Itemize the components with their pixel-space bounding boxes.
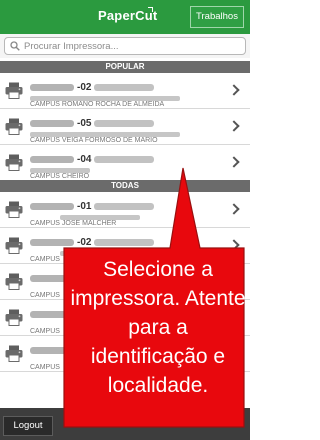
printer-location-text: CAMPUS VEIGA FORMOSO DE MARIO — [30, 137, 158, 144]
printer-name: -02 — [30, 79, 230, 94]
search-bar — [0, 34, 250, 58]
printer-code: -05 — [77, 118, 92, 130]
section-header-all: TODAS — [0, 180, 250, 192]
printer-row[interactable]: -05 CAMPUS VEIGA FORMOSO DE MARIO — [0, 109, 250, 145]
printer-icon — [5, 154, 23, 171]
redacted-block — [94, 239, 155, 247]
printer-icon — [5, 237, 23, 254]
redacted-block — [94, 203, 155, 211]
printer-location: CAMPUS CHEIRO — [30, 165, 90, 180]
footer-bar: Logout — [0, 408, 250, 440]
printer-location-text: CAMPUS ROMANO ROCHA DE ALMEIDA — [30, 101, 165, 108]
printer-location: CAMPUS — [30, 248, 80, 263]
redacted-block — [30, 203, 74, 211]
redacted-block — [30, 132, 180, 137]
redacted-block — [60, 215, 140, 220]
redacted-block — [94, 156, 155, 164]
printer-row[interactable]: -04 CAMPUS CHEIRO — [0, 145, 250, 181]
chevron-right-icon — [228, 84, 240, 96]
redacted-block — [30, 96, 180, 101]
redacted-block — [30, 84, 74, 92]
printer-location: CAMPUS — [30, 320, 60, 335]
printer-location-text: CAMPUS — [30, 328, 60, 335]
redacted-block — [30, 120, 74, 128]
printer-location-text: CAMPUS JOSE MALCHER — [30, 220, 117, 227]
redacted-block — [94, 84, 155, 92]
printer-location: CAMPUS VEIGA FORMOSO DE MARIO — [30, 129, 180, 144]
search-box[interactable] — [4, 37, 246, 55]
printer-location: CAMPUS ROMANO ROCHA DE ALMEIDA — [30, 93, 180, 108]
printer-icon — [5, 345, 23, 362]
printer-name: -01 — [30, 198, 230, 213]
chevron-right-icon — [228, 156, 240, 168]
printer-code: -02 — [77, 237, 92, 249]
redacted-block — [30, 156, 74, 164]
printer-code: -02 — [77, 82, 92, 94]
section-header-popular: POPULAR — [0, 61, 250, 73]
printer-location: CAMPUS JOSE MALCHER — [30, 212, 140, 227]
printer-location: CAMPUS — [30, 284, 60, 299]
redacted-block — [30, 168, 90, 173]
printer-location-text: CAMPUS — [30, 364, 60, 371]
printer-name: -02 — [30, 234, 230, 249]
printer-icon — [5, 201, 23, 218]
app-header: PaperCut Trabalhos — [0, 0, 250, 34]
printer-name: -04 — [30, 151, 230, 166]
printer-code: -01 — [77, 201, 92, 213]
redacted-block — [94, 120, 155, 128]
chevron-right-icon — [228, 120, 240, 132]
chevron-right-icon — [228, 203, 240, 215]
printer-location: CAMPUS — [30, 356, 60, 371]
printer-row[interactable]: -01 CAMPUS JOSE MALCHER — [0, 192, 250, 228]
printer-code: -04 — [77, 154, 92, 166]
search-input[interactable] — [24, 39, 239, 54]
search-icon — [10, 41, 20, 51]
printer-location-text: CAMPUS CHEIRO — [30, 173, 90, 180]
callout-text: Selecione a impressora. Atente para a id… — [70, 258, 246, 397]
logout-button[interactable]: Logout — [3, 416, 53, 436]
printer-icon — [5, 309, 23, 326]
printer-row[interactable]: -02 CAMPUS ROMANO ROCHA DE ALMEIDA — [0, 73, 250, 109]
jobs-button[interactable]: Trabalhos — [190, 6, 244, 28]
papercut-logo-mark-icon — [148, 7, 153, 12]
printer-location-text: CAMPUS — [30, 292, 60, 299]
redacted-block — [30, 239, 74, 247]
printer-location-text: CAMPUS — [30, 256, 60, 263]
printer-icon — [5, 118, 23, 135]
chevron-right-icon — [228, 239, 240, 251]
printer-icon — [5, 273, 23, 290]
printer-icon — [5, 82, 23, 99]
printer-name: -05 — [30, 115, 230, 130]
